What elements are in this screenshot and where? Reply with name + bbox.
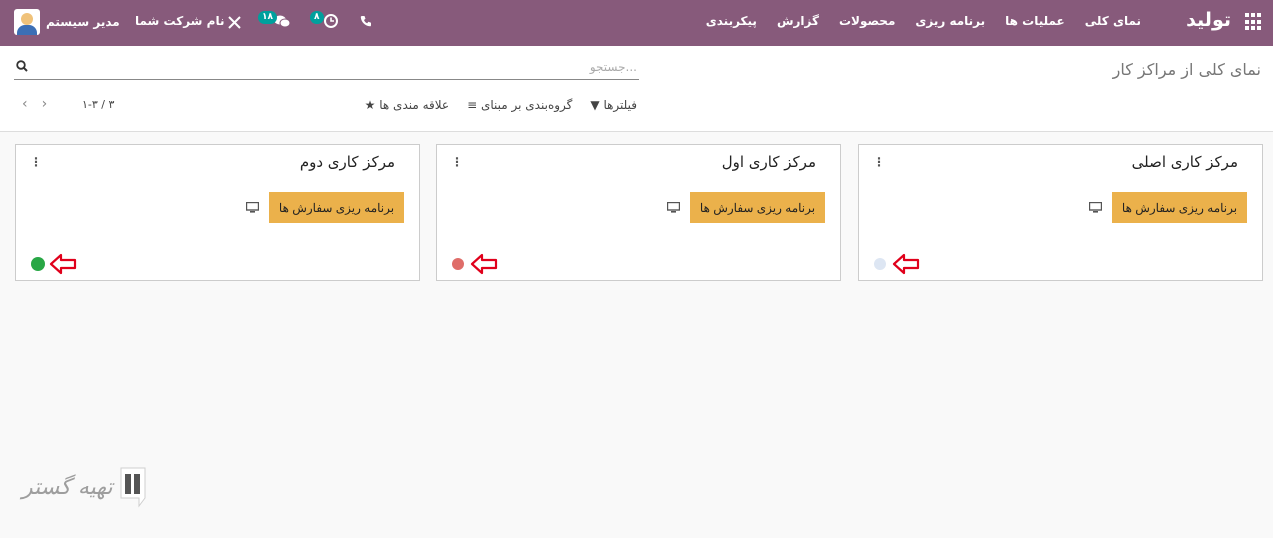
bars-icon: ≡ <box>467 98 478 112</box>
arrow-left-icon <box>470 253 498 275</box>
search-icon[interactable] <box>16 60 28 72</box>
plan-orders-button[interactable]: برنامه ریزی سفارش ها <box>1112 192 1247 223</box>
menu-item-overview[interactable]: نمای کلی <box>1085 14 1141 28</box>
company-switcher[interactable]: نام شرکت شما <box>135 14 224 28</box>
pager-value[interactable]: ۱-۳ / ۳ <box>82 98 114 111</box>
breadcrumb: نمای کلی از مراکز کار <box>1112 60 1261 79</box>
workcenter-card[interactable]: مرکز کاری اصلی ⋮ برنامه ریزی سفارش ها <box>858 144 1263 281</box>
activities-clock-icon[interactable] <box>324 14 338 28</box>
plan-orders-button[interactable]: برنامه ریزی سفارش ها <box>269 192 404 223</box>
main-menu: نمای کلی عملیات ها برنامه ریزی محصولات گ… <box>706 14 1141 28</box>
chevron-right-icon[interactable]: › <box>42 96 48 112</box>
app-brand[interactable]: تولید <box>1186 9 1231 31</box>
card-title[interactable]: مرکز کاری اصلی <box>1132 153 1238 171</box>
card-title[interactable]: مرکز کاری دوم <box>300 153 395 171</box>
monitor-icon[interactable] <box>1089 202 1102 213</box>
menu-item-products[interactable]: محصولات <box>839 14 895 28</box>
favorites-button[interactable]: ★ علاقه مندی ها <box>365 98 449 112</box>
search-placeholder: جستجو... <box>589 60 637 74</box>
monitor-icon[interactable] <box>246 202 259 213</box>
monitor-icon[interactable] <box>667 202 680 213</box>
avatar <box>14 9 40 35</box>
watermark: تهیه گستر <box>22 466 147 508</box>
plan-orders-button[interactable]: برنامه ریزی سفارش ها <box>690 192 825 223</box>
menu-item-planning[interactable]: برنامه ریزی <box>915 14 985 28</box>
menu-item-operations[interactable]: عملیات ها <box>1005 14 1065 28</box>
card-title[interactable]: مرکز کاری اول <box>722 153 816 171</box>
watermark-logo-icon <box>120 467 146 508</box>
messages-badge: ۱۸ <box>258 11 277 24</box>
menu-item-reporting[interactable]: گزارش <box>777 14 819 28</box>
top-navbar: تولید نمای کلی عملیات ها برنامه ریزی محص… <box>0 0 1273 46</box>
watermark-text: تهیه گستر <box>22 474 113 500</box>
workcenter-card[interactable]: مرکز کاری اول ⋮ برنامه ریزی سفارش ها <box>436 144 841 281</box>
user-menu[interactable]: مدیر سیستم <box>14 8 120 36</box>
phone-icon[interactable] <box>360 15 372 27</box>
dropdown-menu-icon[interactable]: ⋮ <box>30 155 42 169</box>
status-dot[interactable] <box>874 258 886 270</box>
star-icon: ★ <box>364 98 376 112</box>
status-dot[interactable] <box>31 257 45 271</box>
status-dot[interactable] <box>452 258 464 270</box>
apps-menu-icon[interactable] <box>1245 13 1263 31</box>
pager-nav: ‹ › <box>22 96 47 112</box>
search-options: ▼ فیلترها ≡ گروه‌بندی بر مبنای ★ علاقه م… <box>365 98 637 112</box>
control-panel: نمای کلی از مراکز کار جستجو... ▼ فیلترها… <box>0 46 1273 132</box>
arrow-left-icon <box>49 253 77 275</box>
groupby-button[interactable]: ≡ گروه‌بندی بر مبنای <box>467 98 572 112</box>
search-input[interactable]: جستجو... <box>14 58 639 80</box>
filters-button[interactable]: ▼ فیلترها <box>590 98 637 112</box>
chevron-left-icon[interactable]: ‹ <box>22 96 28 112</box>
filter-icon: ▼ <box>590 98 600 112</box>
activities-badge: ۸ <box>310 11 324 24</box>
dropdown-menu-icon[interactable]: ⋮ <box>873 155 885 169</box>
debug-tools-icon[interactable] <box>228 16 241 29</box>
arrow-left-icon <box>892 253 920 275</box>
workcenter-card[interactable]: مرکز کاری دوم ⋮ برنامه ریزی سفارش ها <box>15 144 420 281</box>
dropdown-menu-icon[interactable]: ⋮ <box>451 155 463 169</box>
menu-item-configuration[interactable]: پیکربندی <box>706 14 757 28</box>
user-name: مدیر سیستم <box>46 15 120 29</box>
